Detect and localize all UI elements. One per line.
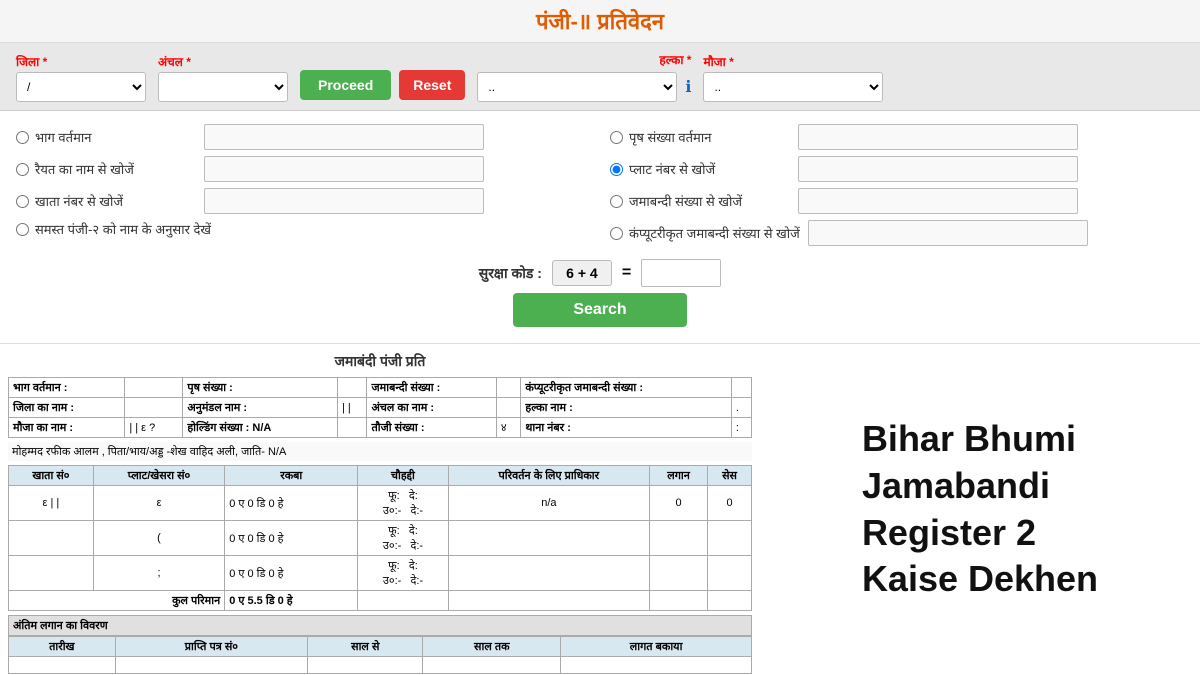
meta-header-table: भाग वर्तमान : पृष संख्या : जमाबन्दी संख्… [8,377,752,438]
page-title: पंजी-॥ प्रतिवेदन [536,9,664,34]
captcha-expr: 6 + 4 [552,260,612,286]
radio-computer-jam[interactable] [610,227,623,240]
captcha-input[interactable] [641,259,721,287]
search-row-samast: समस्त पंजी-२ को नाम के अनुसार देखें [16,217,590,241]
jamabandi-section: जमाबंदी पंजी प्रति भाग वर्तमान : पृष संख… [0,344,760,675]
search-row-computer-jam: कंप्यूटरीकृत जमाबन्दी संख्या से खोजें [610,217,1184,249]
owner-info: मोहम्मद रफीक आलम , पिता/भाय/अड्ड -शेख वा… [8,442,752,461]
radio-bhag-label[interactable]: भाग वर्तमान [16,128,196,146]
computer-jam-input[interactable] [808,220,1088,246]
antim-row [9,657,752,674]
radio-khata-label[interactable]: खाता नंबर से खोजें [16,192,196,210]
search-form: भाग वर्तमान रैयत का नाम से खोजें खाता नं… [0,111,1200,344]
halka-label: हल्का * [659,51,691,68]
raiyat-input[interactable] [204,156,484,182]
radio-plot-label[interactable]: प्लाट नंबर से खोजें [610,160,790,178]
info-icon[interactable]: ℹ [685,77,691,97]
bhag-input[interactable] [204,124,484,150]
jamabandi-input[interactable] [798,188,1078,214]
radio-pristha[interactable] [610,131,623,144]
khata-input[interactable] [204,188,484,214]
radio-jamabandi[interactable] [610,195,623,208]
search-row-raiyat: रैयत का नाम से खोजें [16,153,590,185]
radio-pristha-label[interactable]: पृष संख्या वर्तमान [610,128,790,146]
reset-button[interactable]: Reset [399,70,465,100]
proceed-button[interactable]: Proceed [300,70,391,100]
total-row: कुल परिमान 0 ए 5.5 डि 0 हे [9,591,752,611]
radio-jamabandi-label[interactable]: जमाबन्दी संख्या से खोजें [610,192,790,210]
search-btn-row: Search [16,293,1184,327]
anchal-label: अंचल * [158,53,288,70]
info-text: Bihar Bhumi Jamabandi Register 2 Kaise D… [862,416,1098,603]
table-row: ( 0 ए 0 डि 0 हे फू: दे:उ०:- दे:- [9,521,752,556]
radio-plot[interactable] [610,163,623,176]
search-row-plot: प्लाट नंबर से खोजें [610,153,1184,185]
radio-raiyat-label[interactable]: रैयत का नाम से खोजें [16,160,196,178]
radio-khata[interactable] [16,195,29,208]
pristha-input[interactable] [798,124,1078,150]
antim-title: अंतिम लगान का विवरण [8,615,752,636]
radio-raiyat[interactable] [16,163,29,176]
captcha-eq: = [622,264,631,282]
table-row: ε | | ε 0 ए 0 डि 0 हे फू: दे:उ०:- दे:- n… [9,486,752,521]
search-row-khata: खाता नंबर से खोजें [16,185,590,217]
search-grid: भाग वर्तमान रैयत का नाम से खोजें खाता नं… [16,121,1184,249]
content-area: जमाबंदी पंजी प्रति भाग वर्तमान : पृष संख… [0,344,1200,675]
search-row-bhag: भाग वर्तमान [16,121,590,153]
halka-select[interactable]: .. [477,72,677,102]
search-left-col: भाग वर्तमान रैयत का नाम से खोजें खाता नं… [16,121,590,249]
jila-group: जिला * / [16,53,146,102]
data-table: खाता सं० प्लाट/खेसरा सं० रकबा चौहद्दी पर… [8,465,752,611]
captcha-row: सुरक्षा कोड : 6 + 4 = [16,259,1184,287]
antim-section: अंतिम लगान का विवरण तारीख प्राप्ति पत्र … [8,615,752,674]
jila-select[interactable]: / [16,72,146,102]
anchal-select[interactable] [158,72,288,102]
radio-samast-label[interactable]: समस्त पंजी-२ को नाम के अनुसार देखें [16,220,211,238]
mouja-group: मौजा * .. [703,53,883,102]
top-bar: जिला * / अंचल * Proceed Reset हल्का * [0,43,1200,111]
table-row: ; 0 ए 0 डि 0 हे फू: दे:उ०:- दे:- [9,556,752,591]
plot-input[interactable] [798,156,1078,182]
search-row-jamabandi: जमाबन्दी संख्या से खोजें [610,185,1184,217]
radio-samast[interactable] [16,223,29,236]
radio-bhag[interactable] [16,131,29,144]
info-section: Bihar Bhumi Jamabandi Register 2 Kaise D… [760,344,1200,675]
header-bar: पंजी-॥ प्रतिवेदन [0,0,1200,43]
captcha-label: सुरक्षा कोड : [479,264,542,283]
mouja-label: मौजा * [703,53,883,70]
mouja-select[interactable]: .. [703,72,883,102]
search-right-col: पृष संख्या वर्तमान प्लाट नंबर से खोजें ज… [610,121,1184,249]
antim-table: तारीख प्राप्ति पत्र सं० साल से साल तक ला… [8,636,752,674]
anchal-group: अंचल * [158,53,288,102]
halka-group: हल्का * .. ℹ [477,51,691,102]
jamabandi-title: जमाबंदी पंजी प्रति [8,352,752,371]
search-row-pristha: पृष संख्या वर्तमान [610,121,1184,153]
search-button[interactable]: Search [513,293,686,327]
jila-label: जिला * [16,53,146,70]
radio-computer-jam-label[interactable]: कंप्यूटरीकृत जमाबन्दी संख्या से खोजें [610,224,800,242]
